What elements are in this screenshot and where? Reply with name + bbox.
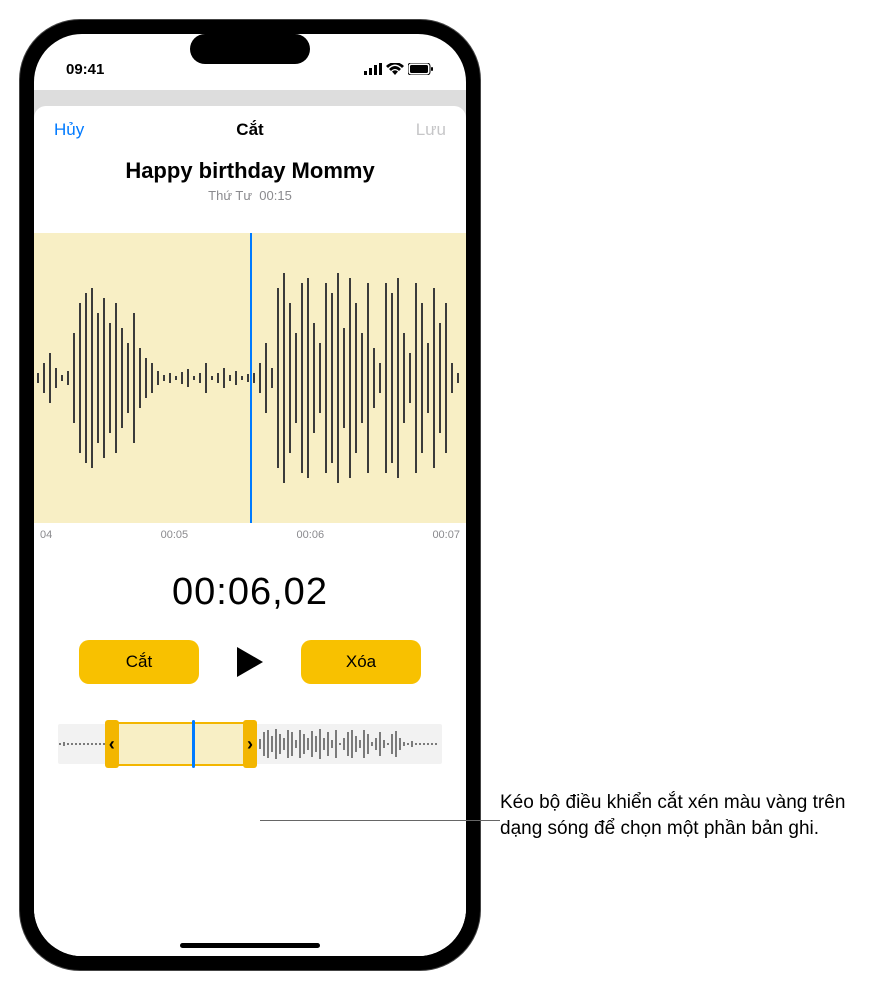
recording-duration: 00:15 <box>259 188 292 203</box>
dynamic-island <box>190 34 310 64</box>
callout-text: Kéo bộ điều khiển cắt xén màu vàng trên … <box>500 790 860 841</box>
battery-icon <box>408 63 434 75</box>
time-tick: 00:05 <box>161 529 189 541</box>
wifi-icon <box>386 63 404 75</box>
time-tick: 00:07 <box>432 529 460 541</box>
nav-title: Cắt <box>34 120 466 140</box>
recording-day: Thứ Tư <box>208 188 252 203</box>
trim-handle-left[interactable]: ‹ <box>105 720 119 768</box>
save-button[interactable]: Lưu <box>416 120 446 140</box>
trim-selection[interactable] <box>112 722 250 766</box>
phone-frame: 09:41 Hủy Cắt Lưu Happy birthday Mommy T… <box>20 20 480 970</box>
trim-overview[interactable]: ‹ › <box>58 714 442 774</box>
screen: 09:41 Hủy Cắt Lưu Happy birthday Mommy T… <box>34 34 466 956</box>
play-button[interactable] <box>229 641 271 683</box>
callout-line <box>260 820 500 821</box>
delete-button[interactable]: Xóa <box>301 640 421 684</box>
edit-sheet: Hủy Cắt Lưu Happy birthday Mommy Thứ Tư … <box>34 106 466 956</box>
recording-meta: Thứ Tư 00:15 <box>34 188 466 203</box>
nav-bar: Hủy Cắt Lưu <box>34 106 466 148</box>
status-time: 09:41 <box>66 61 104 78</box>
status-icons <box>364 63 434 75</box>
play-icon <box>235 645 265 679</box>
recording-title[interactable]: Happy birthday Mommy <box>34 158 466 184</box>
trim-button[interactable]: Cắt <box>79 640 199 684</box>
playhead[interactable] <box>250 233 252 523</box>
cellular-icon <box>364 63 382 75</box>
trim-handle-right[interactable]: › <box>243 720 257 768</box>
timeline-ruler: 04 00:05 00:06 00:07 <box>34 523 466 541</box>
time-tick: 00:06 <box>297 529 325 541</box>
waveform-main[interactable] <box>34 233 466 523</box>
time-tick: 04 <box>40 529 52 541</box>
trim-playhead[interactable] <box>192 720 195 768</box>
home-indicator[interactable] <box>180 943 320 948</box>
cancel-button[interactable]: Hủy <box>54 120 84 140</box>
current-time: 00:06,02 <box>34 571 466 614</box>
controls-row: Cắt Xóa <box>34 640 466 684</box>
